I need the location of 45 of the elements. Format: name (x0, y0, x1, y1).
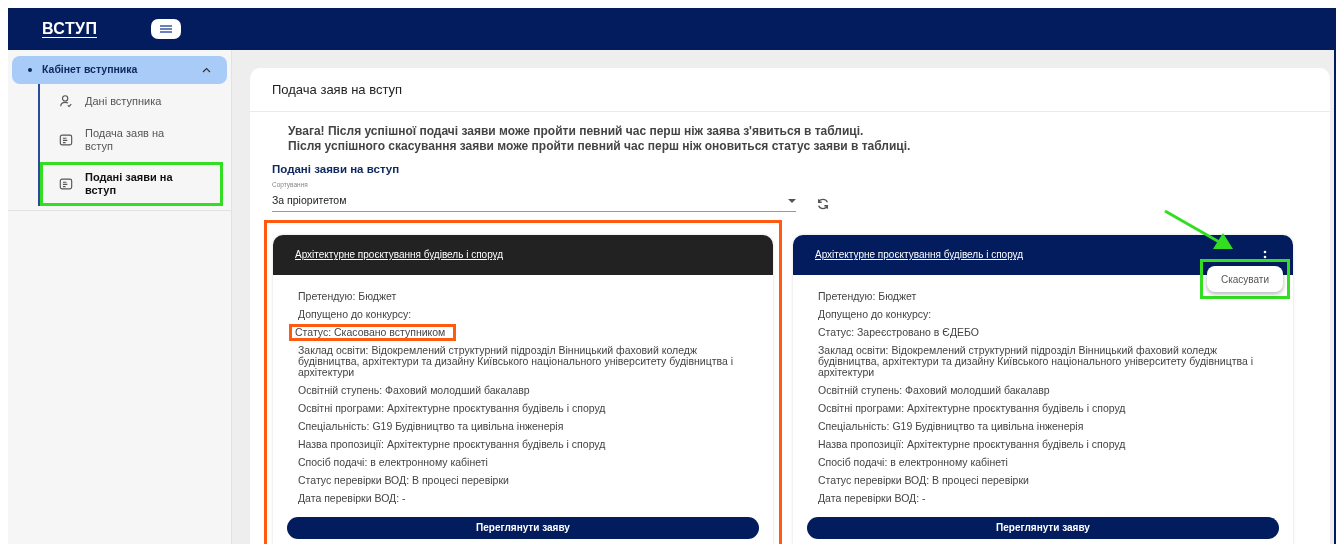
card-field: Статус перевірки ВОД: В процесі перевірки (295, 471, 751, 489)
card-field: Статус: Скасовано вступником (289, 323, 457, 341)
card-field: Статус: Зареєстровано в ЄДЕБО (815, 323, 1271, 341)
card-title[interactable]: Архітектурне проєктування будівель і споруд (295, 247, 504, 263)
card-field: Спосіб подачі: в електронному кабінеті (295, 453, 751, 471)
card-field: Назва пропозиції: Архітектурне проєктування будівель і споруд (295, 435, 751, 453)
chevron-icon (202, 67, 211, 73)
more-icon[interactable] (1263, 249, 1267, 260)
card-field: Назва пропозиції: Архітектурне проєктування будівель і споруд (815, 435, 1271, 453)
card-field: Заклад освіти: Відокремлений структурний підрозділ Вінницький фаховий коледж будівництва, архітектури та дизайну Київського національного університету будівництва і архітектури (815, 341, 1271, 381)
card-title[interactable]: Архітектурне проєктування будівель і споруд (815, 247, 1024, 263)
dropdown-icon (788, 198, 796, 203)
form-icon (59, 133, 73, 147)
card-field: Освітній ступень: Фаховий молодший бакалавр (815, 381, 1271, 399)
card-field: Дата перевірки ВОД: - (295, 489, 751, 507)
form-icon (59, 177, 73, 191)
menu-button[interactable] (151, 19, 182, 39)
page-title: Подача заяв на вступ (272, 80, 403, 99)
view-application-button[interactable]: Переглянути заяву (287, 516, 759, 539)
logo[interactable]: ВСТУП (42, 20, 98, 38)
bullet-icon (28, 68, 32, 72)
menu-icon (160, 25, 173, 33)
sidebar-section[interactable]: Кабінет вступника (12, 56, 227, 84)
card-field: Допущено до конкурсу: (295, 305, 751, 323)
sidebar-item[interactable]: Подача заяв на вступ (40, 118, 223, 162)
section-title: Подані заяви на вступ (272, 162, 401, 177)
cancel-menu-item[interactable]: Скасувати (1206, 266, 1283, 293)
card-field: Спеціальність: G19 Будівництво та цивільна інженерія (295, 417, 751, 435)
card-field: Статус перевірки ВОД: В процесі перевірки (815, 471, 1271, 489)
card-field: Допущено до конкурсу: (815, 305, 1271, 323)
sidebar-item[interactable]: Подані заяви на вступ (40, 162, 223, 206)
card-field: Освітній ступень: Фаховий молодший бакалавр (295, 381, 751, 399)
notice-text: Після успішного скасування заяви може пройти певний час перш ніж оновиться статус заяви в таблиці. (288, 139, 912, 154)
card-field: Спеціальність: G19 Будівництво та цивільна інженерія (815, 417, 1271, 435)
view-application-button[interactable]: Переглянути заяву (807, 516, 1279, 539)
card-field: Спосіб подачі: в електронному кабінеті (815, 453, 1271, 471)
card-field: Дата перевірки ВОД: - (815, 489, 1271, 507)
refresh-icon[interactable] (816, 196, 830, 211)
card-field: Претендую: Бюджет (295, 287, 751, 305)
card-field: Освітні програми: Архітектурне проєктування будівель і споруд (815, 399, 1271, 417)
card-field: Освітні програми: Архітектурне проєктування будівель і споруд (295, 399, 751, 417)
notice-text: Увага! Після успішної подачі заяви може пройти певний час перш ніж заява з'явиться в таблиці. (288, 124, 865, 139)
person-icon (59, 94, 73, 108)
card-field: Заклад освіти: Відокремлений структурний підрозділ Вінницький фаховий коледж будівництва, архітектури та дизайну Київського національного університету будівництва і архітектури (295, 341, 751, 381)
sidebar-item[interactable]: Дані вступника (40, 84, 223, 118)
